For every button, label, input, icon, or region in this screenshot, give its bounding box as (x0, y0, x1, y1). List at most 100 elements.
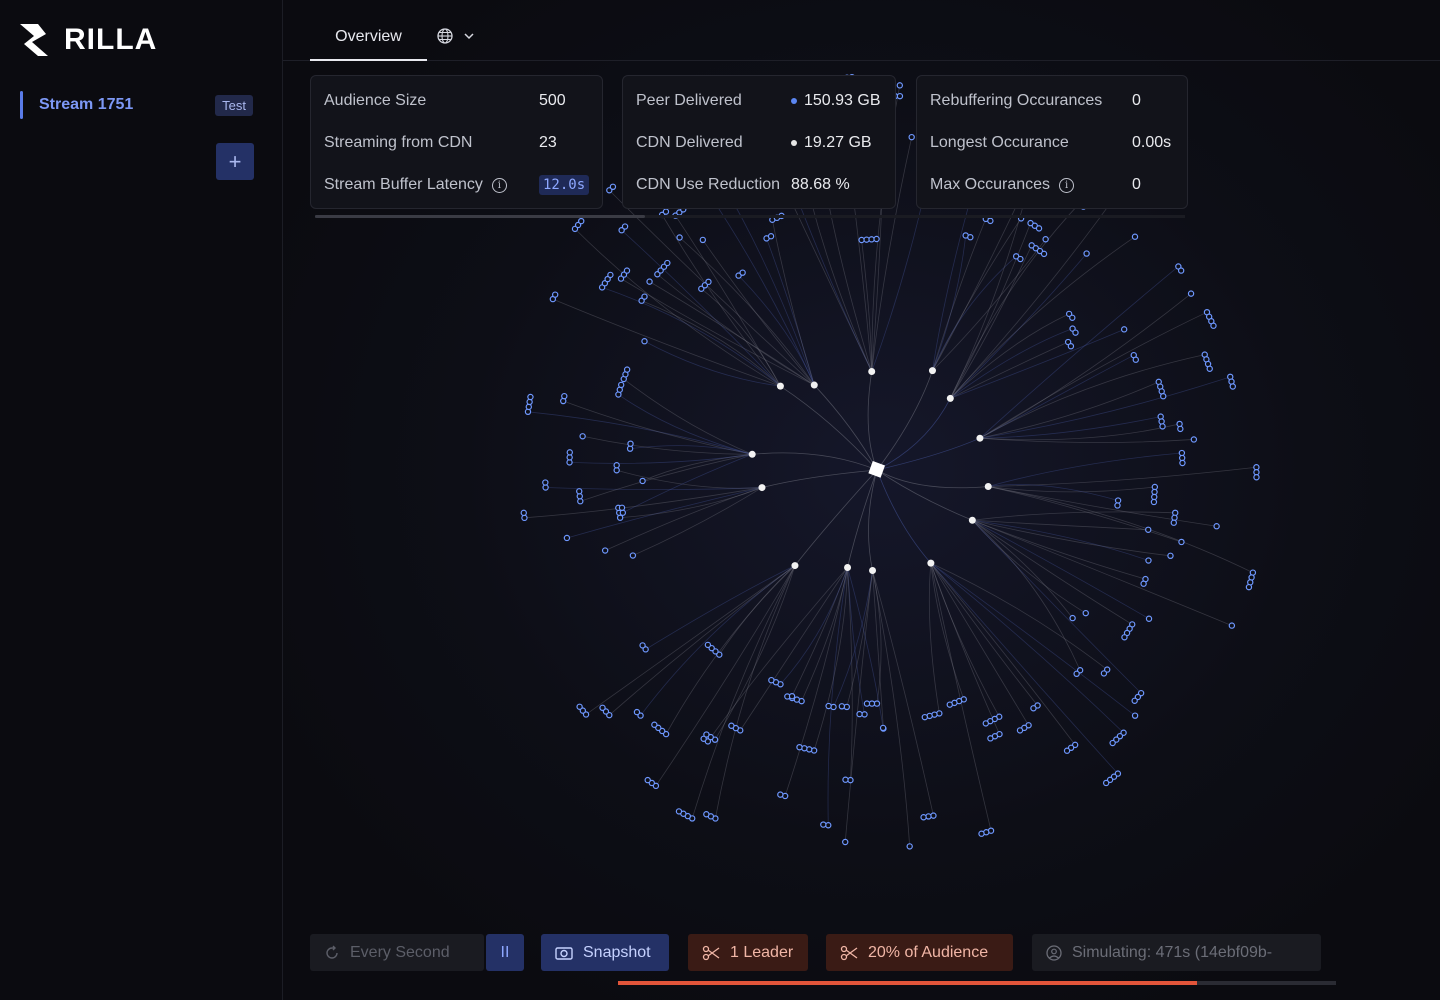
graph-edge (972, 519, 1149, 531)
graph-edge (867, 371, 878, 471)
graph-edge (928, 563, 940, 714)
stat-row: CDN Delivered 19.27 GB (636, 133, 882, 153)
graph-edge (582, 435, 753, 455)
graph-leaf-node (1120, 326, 1128, 333)
graph-leaf-node (1179, 459, 1186, 467)
cut-leader-button[interactable]: 1 Leader (688, 934, 808, 971)
logo[interactable]: RILLA (18, 20, 157, 60)
logo-text: RILLA (64, 23, 158, 56)
graph-leaf-node (618, 504, 626, 511)
graph-edge (930, 562, 1124, 734)
interval-button[interactable]: Every Second (310, 934, 484, 971)
graph-hub-node (868, 368, 876, 376)
graph-leaf-node (1016, 727, 1024, 734)
graph-leaf-node (627, 440, 634, 447)
refresh-icon (326, 945, 338, 959)
graph-leaf-node (621, 223, 629, 230)
globe-icon (437, 28, 453, 44)
graph-edge (813, 384, 878, 471)
graph-leaf-node (967, 234, 974, 241)
graph-edge (569, 453, 753, 464)
graph-edge (794, 469, 878, 566)
graph-leaf-node (1030, 705, 1037, 712)
stat-value: 0 (1132, 176, 1141, 193)
graph-leaf-node (520, 509, 527, 517)
graph-leaf-node (525, 403, 532, 411)
stats-scrollbar[interactable] (315, 215, 1185, 218)
simulation-progress (618, 981, 1336, 985)
stat-label: Max Occurances (930, 176, 1051, 193)
graph-leaf-node (703, 811, 710, 818)
graph-edge (630, 445, 753, 455)
graph-edge (665, 565, 796, 735)
cdn-delivered-value: 19.27 GB (804, 134, 872, 151)
graph-edge (780, 385, 878, 471)
graph-leaf-node (1131, 233, 1139, 240)
stat-value: 150.93 GB (791, 92, 881, 110)
graph-leaf-node (1109, 739, 1116, 747)
graph-leaf-node (1131, 697, 1138, 704)
graph-leaf-node (521, 514, 528, 522)
graph-edge (972, 519, 1142, 694)
graph-edge (932, 239, 1046, 371)
graph-leaf-node (987, 217, 994, 225)
graph-leaf-node (664, 259, 671, 267)
graph-leaf-node (1178, 538, 1185, 546)
graph-leaf-node (639, 477, 646, 485)
graph-leaf-node (601, 547, 609, 554)
graph-edge (871, 181, 928, 372)
info-icon[interactable]: i (1059, 177, 1075, 193)
graph-leaf-node (843, 703, 851, 711)
audience-stats-card: Audience Size 500 Streaming from CDN 23 … (310, 75, 603, 209)
snapshot-button[interactable]: Snapshot (541, 934, 669, 971)
pause-button[interactable]: II (486, 934, 524, 971)
graph-edge (784, 567, 848, 797)
add-stream-button[interactable]: + (216, 143, 254, 180)
graph-leaf-node (820, 821, 827, 828)
graph-leaf-node (1172, 509, 1179, 517)
main-panel: Overview Audience Size 500 Streaming fro… (283, 0, 1440, 1000)
graph-edge (979, 416, 1161, 439)
graph-leaf-node (1072, 329, 1079, 336)
graph-leaf-node (1210, 322, 1217, 329)
graph-leaf-node (576, 488, 583, 495)
stat-row: Max Occurances i 0 (930, 175, 1174, 195)
graph-leaf-node (896, 92, 904, 100)
graph-leaf-node (578, 217, 585, 225)
graph-leaf-node (1017, 255, 1024, 263)
tab-overview[interactable]: Overview (310, 17, 427, 61)
cut-leader-label: 1 Leader (730, 943, 794, 961)
region-dropdown[interactable] (437, 28, 475, 44)
graph-leaf-node (651, 721, 658, 728)
graph-leaf-node (728, 722, 735, 729)
stream-badge: Test (215, 95, 253, 116)
graph-leaf-node (1100, 670, 1108, 677)
graph-edge (876, 469, 932, 564)
stat-row: Peer Delivered 150.93 GB (636, 91, 882, 111)
graph-leaf-node (788, 692, 796, 700)
scrollbar-thumb[interactable] (315, 215, 645, 218)
graph-leaf-node (1177, 425, 1184, 433)
graph-leaf-node (579, 433, 586, 440)
info-icon[interactable]: i (491, 177, 507, 193)
graph-leaf-node (1190, 436, 1198, 443)
graph-leaf-node (542, 479, 549, 486)
cut-audience-label: 20% of Audience (868, 943, 989, 961)
graph-leaf-node (1114, 502, 1121, 509)
graph-leaf-node (623, 366, 631, 373)
graph-leaf-node (1159, 423, 1166, 430)
graph-edge (876, 437, 981, 471)
graph-edge (847, 469, 878, 568)
graph-leaf-node (982, 720, 989, 727)
graph-edge (950, 236, 1136, 399)
stat-row: Stream Buffer Latency i 12.0s (324, 175, 590, 195)
cut-audience-button[interactable]: 20% of Audience (826, 934, 1013, 971)
graph-leaf-node (1132, 356, 1139, 363)
stat-row: Streaming from CDN 23 (324, 133, 589, 153)
graph-edge (932, 235, 967, 371)
interval-label: Every Second (350, 943, 450, 961)
graph-leaf-node (1187, 290, 1195, 297)
graph-edge (950, 341, 1069, 399)
graph-leaf-node (551, 291, 559, 298)
sidebar-item-stream[interactable]: Stream 1751 Test (20, 90, 256, 120)
